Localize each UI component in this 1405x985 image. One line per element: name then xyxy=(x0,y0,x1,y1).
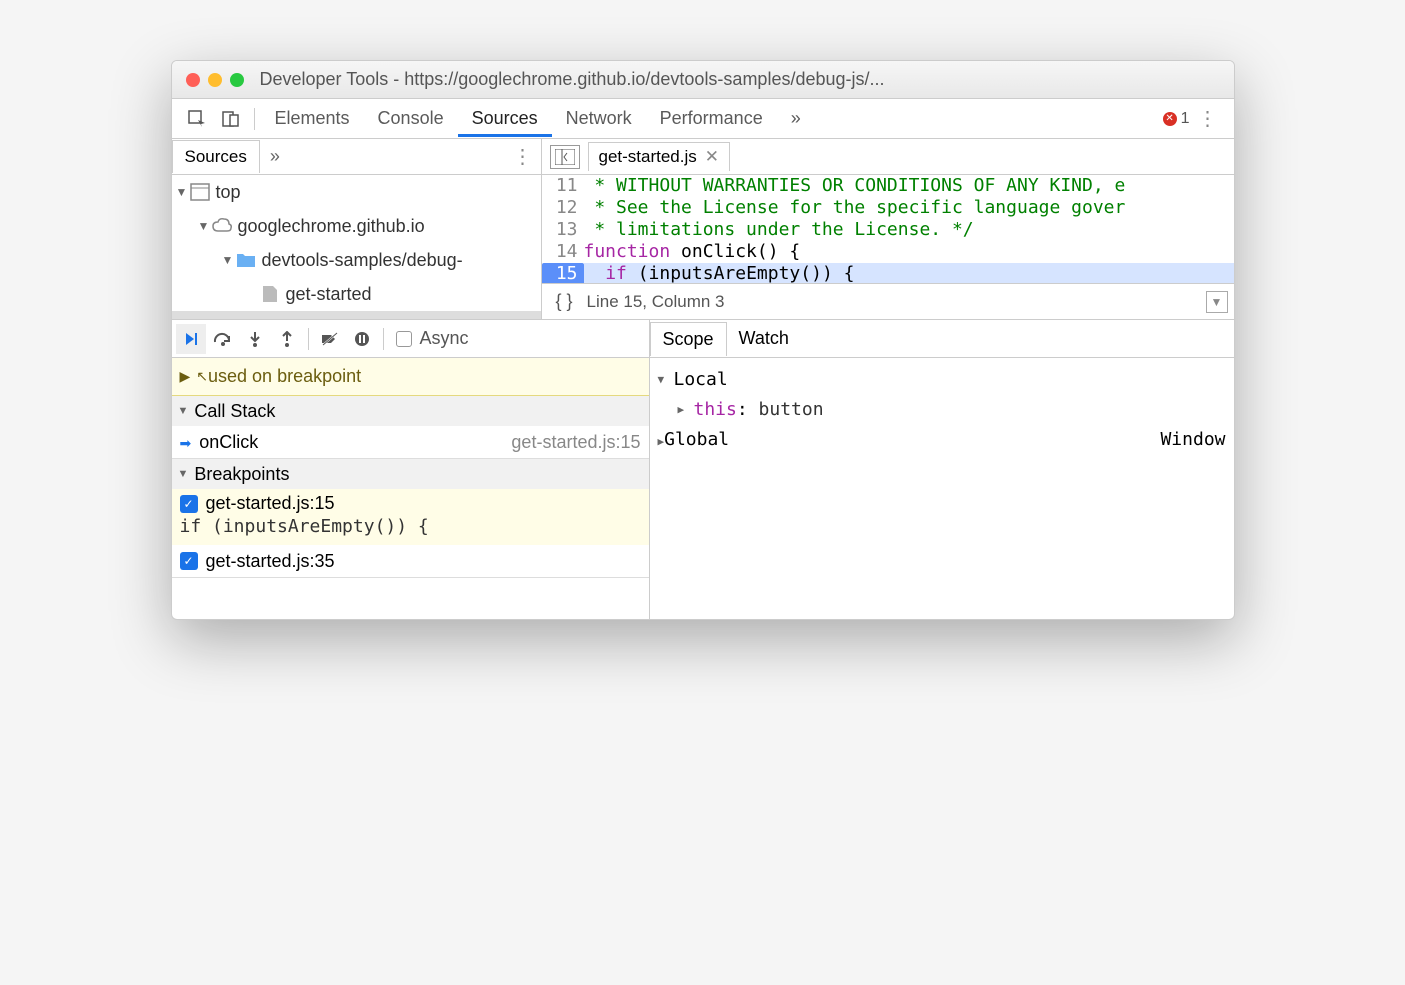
minimize-button[interactable] xyxy=(208,73,222,87)
settings-menu[interactable]: ⋮ xyxy=(1190,106,1226,131)
scope-this[interactable]: ▶this: button xyxy=(658,394,1226,424)
breakpoints-header[interactable]: ▼Breakpoints xyxy=(172,459,649,489)
step-over-button[interactable] xyxy=(208,324,238,354)
frame-icon xyxy=(190,183,210,201)
tab-watch[interactable]: Watch xyxy=(727,322,801,355)
callstack-frame[interactable]: ➡onClick get-started.js:15 xyxy=(172,426,649,458)
breakpoint-item[interactable]: ✓get-started.js:15 if (inputsAreEmpty())… xyxy=(172,489,649,545)
triangle-icon: ▶ xyxy=(180,368,191,385)
code-editor[interactable]: 11121314151617 * WITHOUT WARRANTIES OR C… xyxy=(542,175,1234,283)
close-tab-icon[interactable]: ✕ xyxy=(705,147,719,167)
deactivate-breakpoints-button[interactable] xyxy=(315,324,345,354)
tree-domain[interactable]: ▼googlechrome.github.io xyxy=(172,209,541,243)
zoom-button[interactable] xyxy=(230,73,244,87)
frame-source[interactable]: get-started.js:15 xyxy=(511,432,640,453)
tree-folder[interactable]: ▼devtools-samples/debug- xyxy=(172,243,541,277)
navigator-pane: Sources » ⋮ ▼top ▼googlechrome.github.io… xyxy=(172,139,542,319)
breakpoint-item[interactable]: ✓get-started.js:35 xyxy=(172,545,649,577)
file-icon xyxy=(260,285,280,303)
resume-button[interactable] xyxy=(176,324,206,354)
tree-file-js[interactable]: get-started.js xyxy=(172,311,541,319)
tree-file-html[interactable]: get-started xyxy=(172,277,541,311)
editor-status: { } Line 15, Column 3 ▼ xyxy=(542,283,1234,319)
tab-network[interactable]: Network xyxy=(552,100,646,137)
tree-top[interactable]: ▼top xyxy=(172,175,541,209)
nav-toggle-icon[interactable] xyxy=(550,145,580,169)
tab-console[interactable]: Console xyxy=(364,100,458,137)
step-into-button[interactable] xyxy=(240,324,270,354)
tab-scope[interactable]: Scope xyxy=(650,322,727,356)
async-checkbox[interactable] xyxy=(396,331,412,347)
pretty-print-icon[interactable]: { } xyxy=(542,291,587,312)
debugger-toolbar: Async xyxy=(172,320,649,358)
devtools-window: Developer Tools - https://googlechrome.g… xyxy=(171,60,1235,620)
inspect-icon[interactable] xyxy=(186,108,208,130)
error-count[interactable]: ✕1 xyxy=(1163,110,1190,128)
cursor-position: Line 15, Column 3 xyxy=(587,292,725,312)
subtabs-overflow[interactable]: » xyxy=(260,146,290,167)
tabs-overflow[interactable]: » xyxy=(777,100,815,137)
window-title: Developer Tools - https://googlechrome.g… xyxy=(260,69,885,90)
breakpoint-checkbox[interactable]: ✓ xyxy=(180,552,198,570)
debugger-pane: Async ▶ ↖ used on breakpoint ▼Call Stack… xyxy=(172,320,650,619)
cloud-icon xyxy=(212,217,232,235)
tab-elements[interactable]: Elements xyxy=(261,100,364,137)
callstack-header[interactable]: ▼Call Stack xyxy=(172,396,649,426)
breakpoints-section: ▼Breakpoints ✓get-started.js:15 if (inpu… xyxy=(172,459,649,578)
close-button[interactable] xyxy=(186,73,200,87)
scope-global[interactable]: ▶Global Window xyxy=(658,424,1226,454)
pause-exceptions-button[interactable] xyxy=(347,324,377,354)
paused-banner: ▶ ↖ used on breakpoint xyxy=(172,358,649,396)
folder-icon xyxy=(236,251,256,269)
scope-local[interactable]: ▼Local xyxy=(658,364,1226,394)
current-frame-icon: ➡ xyxy=(180,435,192,451)
scope-pane: Scope Watch ▼Local ▶this: button ▶Global… xyxy=(650,320,1234,619)
breakpoint-checkbox[interactable]: ✓ xyxy=(180,495,198,513)
tab-performance[interactable]: Performance xyxy=(646,100,777,137)
error-icon: ✕ xyxy=(1163,112,1177,126)
titlebar: Developer Tools - https://googlechrome.g… xyxy=(172,61,1234,99)
callstack-section: ▼Call Stack ➡onClick get-started.js:15 xyxy=(172,396,649,459)
navigator-menu[interactable]: ⋮ xyxy=(505,144,541,169)
step-out-button[interactable] xyxy=(272,324,302,354)
cursor-icon: ↖ xyxy=(196,368,208,385)
editor-pane: get-started.js✕ 11121314151617 * WITHOUT… xyxy=(542,139,1234,319)
tab-sources[interactable]: Sources xyxy=(458,100,552,137)
main-tabs: Elements Console Sources Network Perform… xyxy=(172,99,1234,139)
file-tab[interactable]: get-started.js✕ xyxy=(588,142,731,171)
subtab-sources[interactable]: Sources xyxy=(172,140,260,173)
async-label: Async xyxy=(420,328,469,349)
device-icon[interactable] xyxy=(220,108,242,130)
status-dropdown[interactable]: ▼ xyxy=(1206,291,1228,313)
traffic-lights xyxy=(186,73,244,87)
file-tree: ▼top ▼googlechrome.github.io ▼devtools-s… xyxy=(172,175,541,319)
